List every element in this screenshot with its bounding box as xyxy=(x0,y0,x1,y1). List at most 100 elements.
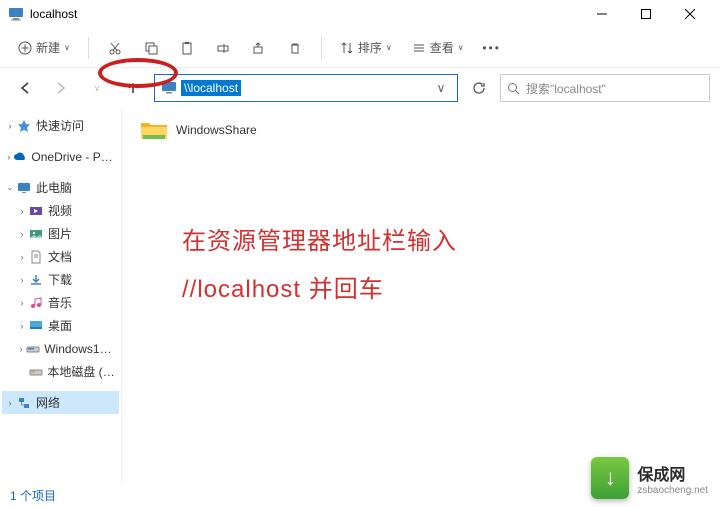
paste-button[interactable] xyxy=(171,33,203,63)
download-icon xyxy=(28,272,44,288)
tree-label: 音乐 xyxy=(48,294,72,311)
tree-label: 视频 xyxy=(48,202,72,219)
network-icon xyxy=(16,395,32,411)
trash-icon xyxy=(288,41,302,55)
main-area: › 快速访问 › OneDrive - Person... ⌄ 此电脑 › 视频… xyxy=(0,108,720,483)
chevron-down-icon: ∨ xyxy=(458,43,464,52)
tree-label: Windows10 (C:) xyxy=(44,342,117,356)
address-bar[interactable]: \\localhost ∨ xyxy=(154,74,458,102)
share-icon xyxy=(252,41,266,55)
share-button[interactable] xyxy=(243,33,275,63)
watermark-title: 保成网 xyxy=(637,461,708,485)
video-icon xyxy=(28,203,44,219)
monitor-icon xyxy=(8,6,24,22)
window-title: localhost xyxy=(30,7,77,21)
watermark-url: zsbaocheng.net xyxy=(637,485,708,496)
sidebar-item-quick-access[interactable]: › 快速访问 xyxy=(2,114,119,137)
sidebar-item-videos[interactable]: › 视频 xyxy=(2,199,119,222)
address-dropdown[interactable]: ∨ xyxy=(431,81,451,95)
toolbar: 新建 ∨ 排序 ∨ 查看 ∨ ••• xyxy=(0,28,720,68)
scissors-icon xyxy=(108,41,122,55)
back-button[interactable] xyxy=(10,73,40,103)
new-label: 新建 xyxy=(36,39,60,56)
chevron-down-icon: ∨ xyxy=(386,43,392,52)
caret-icon: › xyxy=(16,298,28,308)
sidebar-item-drive-d[interactable]: 本地磁盘 (D:) xyxy=(2,360,119,383)
sidebar-item-pictures[interactable]: › 图片 xyxy=(2,222,119,245)
arrow-up-icon xyxy=(126,81,140,95)
sidebar-item-desktop[interactable]: › 桌面 xyxy=(2,314,119,337)
forward-button[interactable] xyxy=(46,73,76,103)
folder-item[interactable]: WindowsShare xyxy=(138,116,704,144)
status-text: 1 个项目 xyxy=(10,487,56,504)
monitor-icon xyxy=(16,180,32,196)
drive-icon xyxy=(28,364,44,380)
close-button[interactable] xyxy=(668,0,712,28)
drive-icon xyxy=(26,341,40,357)
cut-button[interactable] xyxy=(99,33,131,63)
recent-button[interactable]: ∨ xyxy=(82,73,112,103)
sort-icon xyxy=(340,41,354,55)
watermark-logo-icon xyxy=(591,457,629,499)
sidebar-item-this-pc[interactable]: ⌄ 此电脑 xyxy=(2,176,119,199)
refresh-icon xyxy=(472,81,486,95)
caret-icon: › xyxy=(16,321,28,331)
document-icon xyxy=(28,249,44,265)
sort-label: 排序 xyxy=(358,39,382,56)
view-label: 查看 xyxy=(430,39,454,56)
clipboard-icon xyxy=(180,41,194,55)
separator xyxy=(88,37,89,59)
sidebar-item-music[interactable]: › 音乐 xyxy=(2,291,119,314)
sidebar-item-drive-c[interactable]: › Windows10 (C:) xyxy=(2,337,119,360)
tree-label: 桌面 xyxy=(48,317,72,334)
sidebar: › 快速访问 › OneDrive - Person... ⌄ 此电脑 › 视频… xyxy=(0,108,122,483)
tree-label: OneDrive - Person... xyxy=(31,150,117,164)
caret-icon: › xyxy=(4,121,16,131)
refresh-button[interactable] xyxy=(464,74,494,102)
tree-label: 图片 xyxy=(48,225,72,242)
tree-label: 网络 xyxy=(36,394,60,411)
desktop-icon xyxy=(28,318,44,334)
annotation-text: 在资源管理器地址栏输入 //localhost 并回车 xyxy=(182,218,457,314)
sort-button[interactable]: 排序 ∨ xyxy=(332,33,400,63)
tree-label: 快速访问 xyxy=(36,117,84,134)
new-button[interactable]: 新建 ∨ xyxy=(10,33,78,63)
monitor-icon xyxy=(161,80,177,96)
titlebar: localhost xyxy=(0,0,720,28)
plus-circle-icon xyxy=(18,41,32,55)
caret-icon: › xyxy=(16,229,28,239)
chevron-down-icon: ∨ xyxy=(94,83,101,94)
folder-label: WindowsShare xyxy=(176,123,257,137)
more-button[interactable]: ••• xyxy=(476,33,508,63)
shared-folder-icon xyxy=(140,119,168,141)
content-pane: WindowsShare 在资源管理器地址栏输入 //localhost 并回车 xyxy=(122,108,720,483)
sidebar-item-network[interactable]: › 网络 xyxy=(2,391,119,414)
minimize-button[interactable] xyxy=(580,0,624,28)
sidebar-item-downloads[interactable]: › 下载 xyxy=(2,268,119,291)
sidebar-item-onedrive[interactable]: › OneDrive - Person... xyxy=(2,145,119,168)
sidebar-item-documents[interactable]: › 文档 xyxy=(2,245,119,268)
caret-icon: › xyxy=(16,252,28,262)
view-button[interactable]: 查看 ∨ xyxy=(404,33,472,63)
rename-button[interactable] xyxy=(207,33,239,63)
caret-icon: › xyxy=(16,206,28,216)
view-icon xyxy=(412,41,426,55)
maximize-button[interactable] xyxy=(624,0,668,28)
caret-icon: › xyxy=(4,398,16,408)
delete-button[interactable] xyxy=(279,33,311,63)
annotation-line1: 在资源管理器地址栏输入 xyxy=(182,218,457,266)
rename-icon xyxy=(216,41,230,55)
caret-icon: › xyxy=(4,152,13,162)
cloud-icon xyxy=(13,149,27,165)
copy-button[interactable] xyxy=(135,33,167,63)
arrow-right-icon xyxy=(54,81,68,95)
navbar: ∨ \\localhost ∨ 搜索"localhost" xyxy=(0,68,720,108)
up-button[interactable] xyxy=(118,73,148,103)
picture-icon xyxy=(28,226,44,242)
search-placeholder: 搜索"localhost" xyxy=(526,80,606,97)
separator xyxy=(321,37,322,59)
search-box[interactable]: 搜索"localhost" xyxy=(500,74,710,102)
window-controls xyxy=(580,0,712,28)
caret-icon: › xyxy=(16,275,28,285)
tree-label: 文档 xyxy=(48,248,72,265)
